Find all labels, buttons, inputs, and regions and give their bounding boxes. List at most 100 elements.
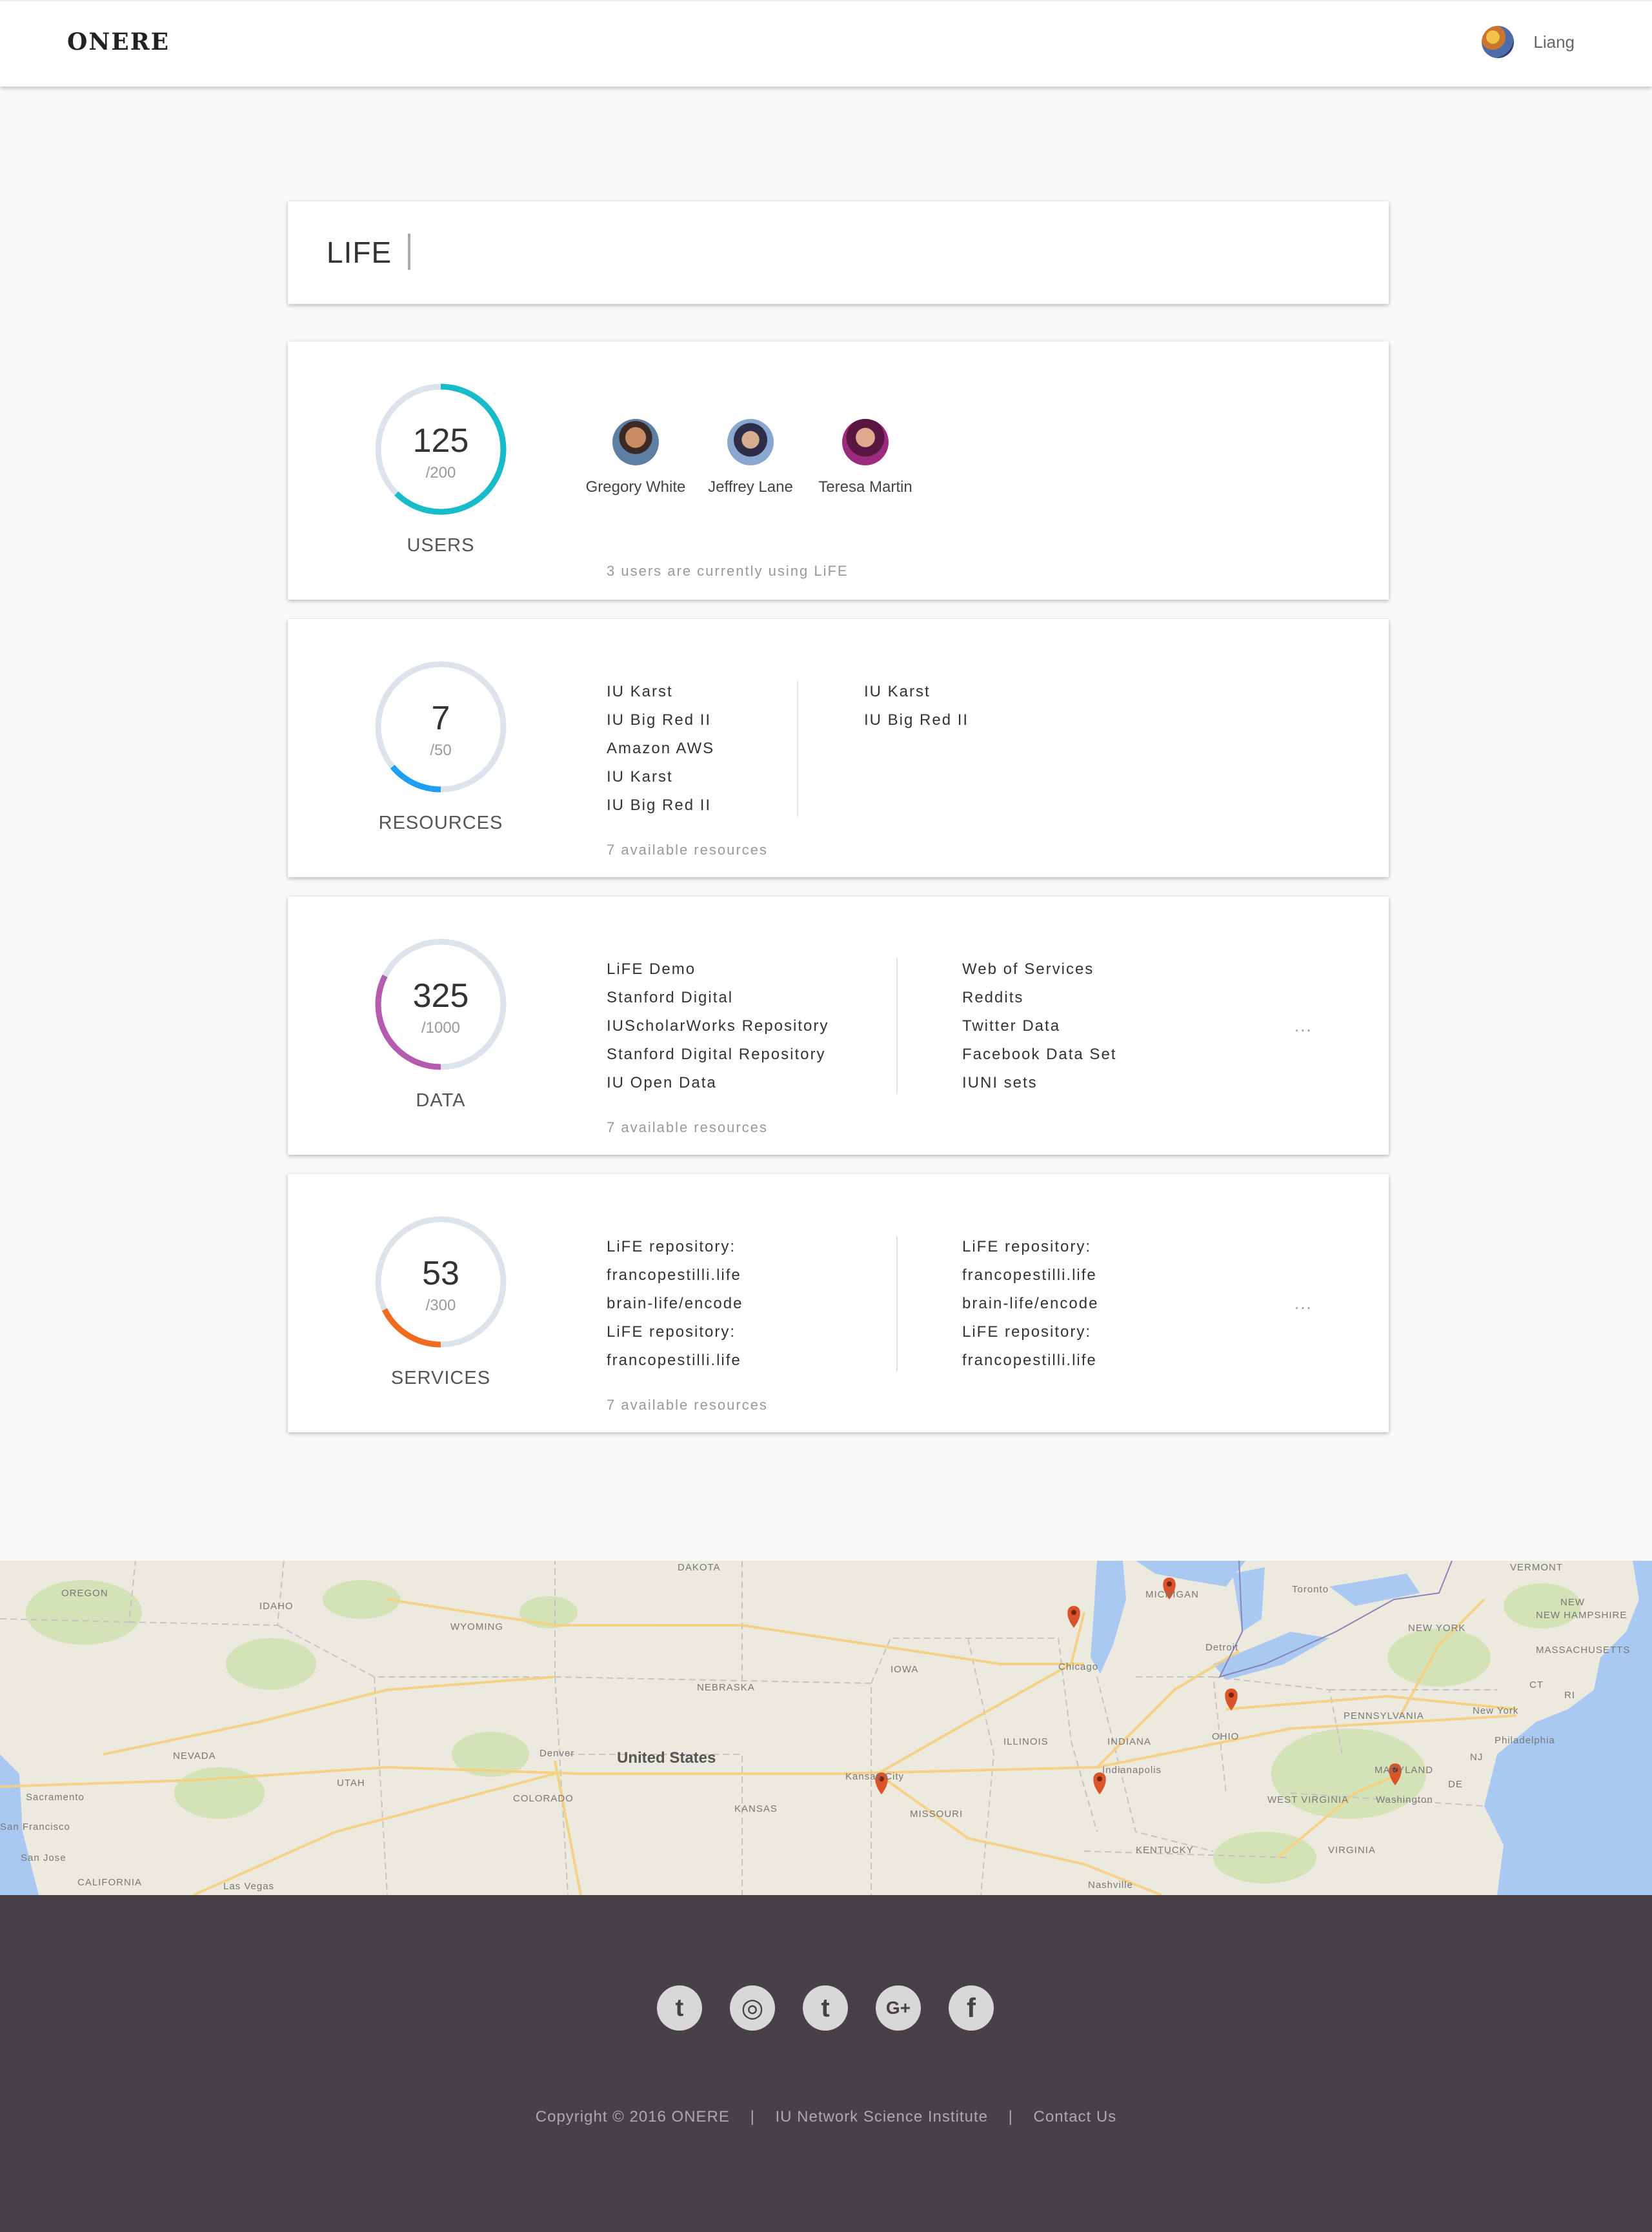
facebook-icon[interactable]: f	[949, 1985, 994, 2031]
list-item[interactable]: IUScholarWorks Repository	[607, 1012, 829, 1040]
list-item[interactable]: IU Karst	[607, 763, 714, 791]
user-avatar[interactable]	[612, 419, 659, 465]
tumblr-icon[interactable]: t	[803, 1985, 848, 2031]
list-item[interactable]: brain-life/encode	[607, 1290, 743, 1318]
contact-us-link[interactable]: Contact Us	[1034, 2108, 1117, 2125]
user-item[interactable]: Teresa Martin	[808, 419, 923, 496]
map-label: Sacramento	[26, 1792, 85, 1803]
resources-stat: 7 /50 RESOURCES	[288, 619, 507, 877]
list-item[interactable]: Stanford Digital Repository	[607, 1040, 829, 1069]
map-label: OHIO	[1212, 1731, 1240, 1742]
map-label: NEW HAMPSHIRE	[1536, 1610, 1627, 1621]
users-card: 125 /200 USERS Gregory White Jeffrey Lan…	[288, 341, 1389, 600]
map-marker-icon[interactable]	[1067, 1606, 1080, 1628]
list-item[interactable]: Amazon AWS	[607, 735, 714, 763]
map-label: Kansas City	[845, 1771, 905, 1782]
user-menu[interactable]: Liang	[1482, 26, 1575, 58]
users-total: /200	[425, 464, 456, 482]
map-label: NEBRASKA	[697, 1682, 755, 1693]
user-item-name[interactable]: Jeffrey Lane	[693, 478, 808, 496]
list-item[interactable]: brain-life/encode	[962, 1290, 1098, 1318]
resources-card: 7 /50 RESOURCES IU Karst IU Big Red II A…	[288, 619, 1389, 877]
map-label: DAKOTA	[678, 1562, 721, 1573]
list-item[interactable]: Reddits	[962, 984, 1116, 1012]
services-count: 53	[422, 1255, 459, 1292]
user-avatar[interactable]	[727, 419, 774, 465]
list-item[interactable]: IU Karst	[607, 678, 714, 706]
map-marker-dot	[1071, 1610, 1076, 1615]
user-item-name[interactable]: Gregory White	[578, 478, 693, 496]
map-label: Nashville	[1088, 1880, 1133, 1891]
map-marker-icon[interactable]	[1093, 1772, 1106, 1794]
instagram-glyph: ◎	[741, 1994, 764, 2022]
list-item[interactable]: francopestilli.life	[962, 1346, 1098, 1375]
map-label: WYOMING	[450, 1621, 503, 1632]
copyright-text: Copyright © 2016 ONERE	[535, 2108, 730, 2125]
user-name[interactable]: Liang	[1533, 32, 1575, 52]
facebook-glyph: f	[967, 1993, 976, 2023]
list-item[interactable]: francopestilli.life	[607, 1346, 743, 1375]
list-item[interactable]: LiFE Demo	[607, 955, 829, 984]
list-item[interactable]: IU Karst	[864, 678, 969, 706]
column-divider	[797, 681, 798, 817]
services-card: 53 /300 SERVICES LiFE repository: franco…	[288, 1174, 1389, 1432]
list-item[interactable]: IU Big Red II	[607, 706, 714, 735]
list-item[interactable]: LiFE repository:	[607, 1318, 743, 1346]
users-count: 125	[412, 422, 469, 460]
resources-label: RESOURCES	[378, 813, 503, 833]
map-label: RI	[1564, 1690, 1575, 1701]
list-item[interactable]: LiFE repository:	[962, 1233, 1098, 1261]
iu-network-link[interactable]: IU Network Science Institute	[775, 2108, 987, 2125]
footer-links: Copyright © 2016 ONERE | IU Network Scie…	[0, 2108, 1652, 2126]
map-label: IOWA	[891, 1664, 919, 1675]
list-item[interactable]: francopestilli.life	[962, 1261, 1098, 1290]
map-marker-dot	[1229, 1692, 1234, 1698]
user-item[interactable]: Gregory White	[578, 419, 693, 496]
user-avatar[interactable]	[842, 419, 889, 465]
list-item[interactable]: IU Big Red II	[864, 706, 969, 735]
top-navigation-bar: ONERE Liang	[0, 0, 1652, 86]
services-label: SERVICES	[390, 1368, 491, 1388]
map-country-label: United States	[617, 1749, 716, 1767]
map-label: Chicago	[1058, 1661, 1099, 1672]
map-marker-dot	[1097, 1776, 1102, 1781]
list-item[interactable]: LiFE repository:	[607, 1233, 743, 1261]
footer-separator: |	[1008, 2108, 1013, 2125]
resources-count: 7	[431, 700, 450, 737]
google-plus-icon[interactable]: G+	[876, 1985, 921, 2031]
user-avatar[interactable]	[1482, 26, 1515, 58]
map-label: DE	[1448, 1779, 1463, 1790]
instagram-icon[interactable]: ◎	[730, 1985, 775, 2031]
list-item[interactable]: Facebook Data Set	[962, 1040, 1116, 1069]
list-item[interactable]: IUNI sets	[962, 1069, 1116, 1097]
more-button[interactable]: ...	[1294, 1016, 1313, 1036]
brand-logo[interactable]: ONERE	[67, 28, 170, 56]
map-label: Las Vegas	[223, 1881, 275, 1892]
map-marker-dot	[1167, 1581, 1172, 1587]
list-item[interactable]: Web of Services	[962, 955, 1116, 984]
more-button[interactable]: ...	[1294, 1294, 1313, 1314]
list-item[interactable]: Stanford Digital	[607, 984, 829, 1012]
user-item-name[interactable]: Teresa Martin	[808, 478, 923, 496]
resources-total: /50	[430, 742, 452, 759]
locations-map[interactable]: OREGON IDAHO WYOMING NEVADA UTAH COLORAD…	[0, 1561, 1652, 1895]
tumblr-glyph: t	[821, 1993, 830, 2022]
user-item[interactable]: Jeffrey Lane	[693, 419, 808, 496]
text-cursor	[408, 234, 410, 270]
column-divider	[896, 1236, 898, 1372]
data-column-1: LiFE Demo Stanford Digital IUScholarWork…	[607, 955, 829, 1097]
data-total: /1000	[421, 1019, 461, 1037]
list-item[interactable]: francopestilli.life	[607, 1261, 743, 1290]
map-label: NEW YORK	[1408, 1623, 1466, 1634]
twitter-icon[interactable]: t	[657, 1985, 702, 2031]
map-label: IDAHO	[259, 1601, 294, 1612]
map-label: Washington	[1376, 1794, 1433, 1805]
footer-separator: |	[750, 2108, 755, 2125]
page-title: LIFE	[327, 236, 392, 269]
list-item[interactable]: IU Big Red II	[607, 791, 714, 820]
list-item[interactable]: Twitter Data	[962, 1012, 1116, 1040]
list-item[interactable]: LiFE repository:	[962, 1318, 1098, 1346]
map-label: New York	[1473, 1705, 1519, 1716]
list-item[interactable]: IU Open Data	[607, 1069, 829, 1097]
data-column-2: Web of Services Reddits Twitter Data Fac…	[962, 955, 1116, 1097]
